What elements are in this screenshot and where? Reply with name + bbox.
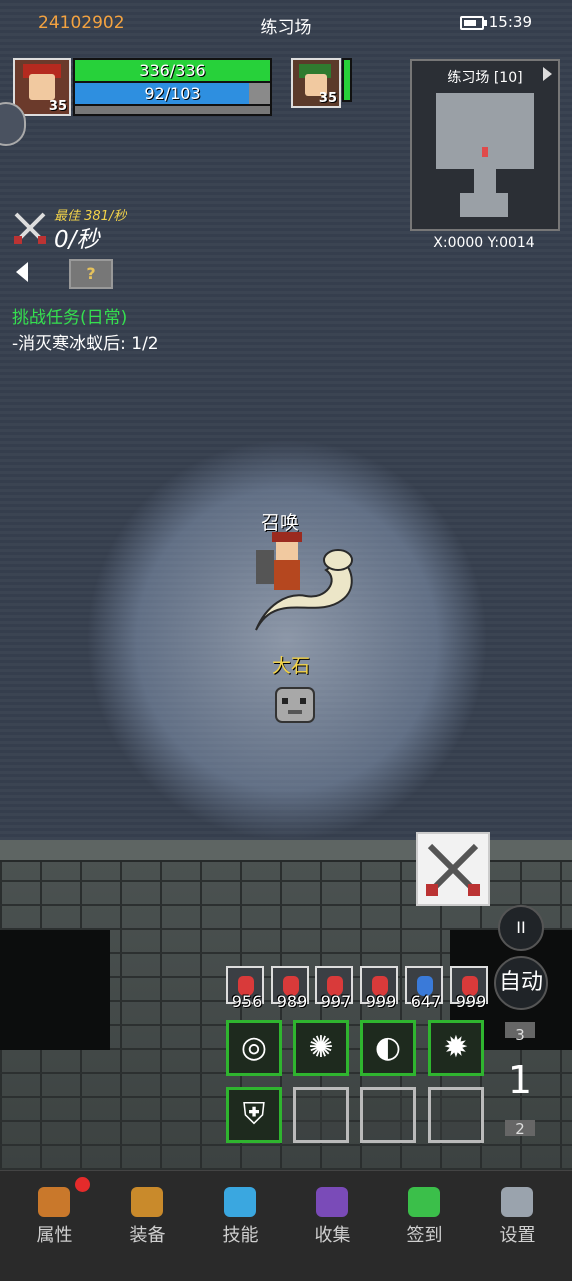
potion-count: 956 (231, 992, 263, 1011)
nav-equipment-label: 装备 (129, 1225, 166, 1246)
mp-text: 92/103 (144, 84, 201, 103)
wall-opening-left (0, 930, 110, 1050)
skill-slot-3[interactable]: ◐ (360, 1020, 416, 1076)
floor-down-label: 2 (515, 1120, 525, 1138)
skill-slot-2[interactable]: ✺ (293, 1020, 349, 1076)
nav-equipment[interactable]: 装备 (101, 1171, 194, 1251)
skill-slot-empty[interactable] (293, 1087, 349, 1143)
quest-title[interactable]: 挑战任务(日常) (12, 303, 127, 328)
skill-slot-4[interactable]: ✹ (428, 1020, 484, 1076)
burst-skill-icon: ✺ (308, 1030, 334, 1065)
player-on-serpent-sprite[interactable] (246, 530, 358, 650)
skill-slot-1[interactable]: ◎ (226, 1020, 282, 1076)
map-coordinates: X:0000 Y:0014 (433, 235, 535, 251)
enemy-label: 大石 (272, 655, 311, 677)
pet-hp-fill (344, 60, 350, 100)
pet-portrait[interactable]: 35 (291, 58, 341, 108)
notification-dot (75, 1177, 90, 1192)
potion-slot[interactable]: 997 (315, 966, 353, 1011)
pet-hp-bar (342, 58, 352, 102)
potion-count: 999 (365, 992, 397, 1011)
player-level: 35 (48, 99, 67, 114)
swirl-skill-icon: ◎ (240, 1030, 268, 1065)
collapse-left-icon[interactable] (16, 262, 28, 282)
exp-bar (73, 104, 272, 116)
potion-slot[interactable]: 956 (226, 966, 264, 1011)
minimap-room (436, 93, 534, 169)
minimap-corridor (474, 169, 496, 193)
potion-slot[interactable]: 989 (271, 966, 309, 1011)
potion-slot[interactable]: 999 (360, 966, 398, 1011)
nav-checkin-label: 签到 (406, 1225, 443, 1246)
floor-up-label: 3 (515, 1026, 525, 1044)
minimap[interactable]: 练习场 [10] (410, 59, 560, 231)
pet-level: 35 (318, 91, 337, 106)
player-portrait[interactable]: 35 (13, 58, 71, 116)
skill-slot-empty[interactable] (360, 1087, 416, 1143)
star-skill-icon: ✹ (443, 1030, 469, 1065)
quest-progress: -消灭寒冰蚁后: 1/2 (12, 334, 159, 354)
hp-text: 336/336 (139, 61, 206, 80)
help-button[interactable]: ? (69, 259, 113, 289)
nav-attributes-label: 属性 (36, 1225, 73, 1246)
crossed-swords-attack-icon (426, 843, 480, 896)
rock-enemy-sprite[interactable] (272, 682, 318, 728)
minimap-title: 练习场 [10] (447, 70, 523, 86)
potion-count: 647 (410, 992, 442, 1011)
clock: 15:39 (488, 13, 532, 31)
potion-slot[interactable]: 647 (405, 966, 443, 1011)
book-icon (316, 1187, 348, 1217)
hp-bar: 336/336 (73, 58, 272, 83)
bottom-navigation: 属性 装备 技能 收集 签到 设置 (0, 1170, 572, 1281)
nav-settings[interactable]: 设置 (471, 1171, 564, 1251)
mp-bar: 92/103 (73, 81, 272, 106)
minimap-lower-room (460, 193, 508, 217)
minimap-next-icon[interactable] (543, 67, 552, 81)
nav-settings-label: 设置 (499, 1225, 536, 1246)
auto-button[interactable]: 自动 (494, 956, 548, 1010)
crystal-icon (224, 1187, 256, 1217)
shield-skill-icon: ⛨ (242, 1097, 266, 1132)
crossed-swords-icon (14, 212, 46, 244)
bag-icon (131, 1187, 163, 1217)
potion-count: 999 (455, 992, 487, 1011)
pause-button[interactable]: II (498, 905, 544, 951)
potion-slot[interactable]: 999 (450, 966, 488, 1011)
current-floor: 1 (507, 1058, 533, 1102)
battery-icon (460, 16, 487, 30)
nav-attributes[interactable]: 属性 (8, 1171, 101, 1251)
nav-checkin[interactable]: 签到 (378, 1171, 471, 1251)
gem-icon (408, 1187, 440, 1217)
helmet-icon (38, 1187, 70, 1217)
status-bar: 24102902 练习场 15:39 (0, 0, 572, 46)
slash-skill-icon: ◐ (374, 1030, 402, 1065)
nav-skills[interactable]: 技能 (194, 1171, 287, 1251)
nav-skills-label: 技能 (222, 1225, 259, 1246)
skill-slot-5[interactable]: ⛨ (226, 1087, 282, 1143)
gear-icon (501, 1187, 533, 1217)
nav-collection-label: 收集 (314, 1225, 351, 1246)
player-face (29, 74, 55, 100)
potion-count: 989 (276, 992, 308, 1011)
potion-count: 997 (320, 992, 352, 1011)
nav-collection[interactable]: 收集 (286, 1171, 379, 1251)
attack-button[interactable] (416, 832, 490, 906)
minimap-player-marker (482, 147, 488, 157)
skill-slot-empty[interactable] (428, 1087, 484, 1143)
current-dps: 0/秒 (54, 227, 100, 253)
